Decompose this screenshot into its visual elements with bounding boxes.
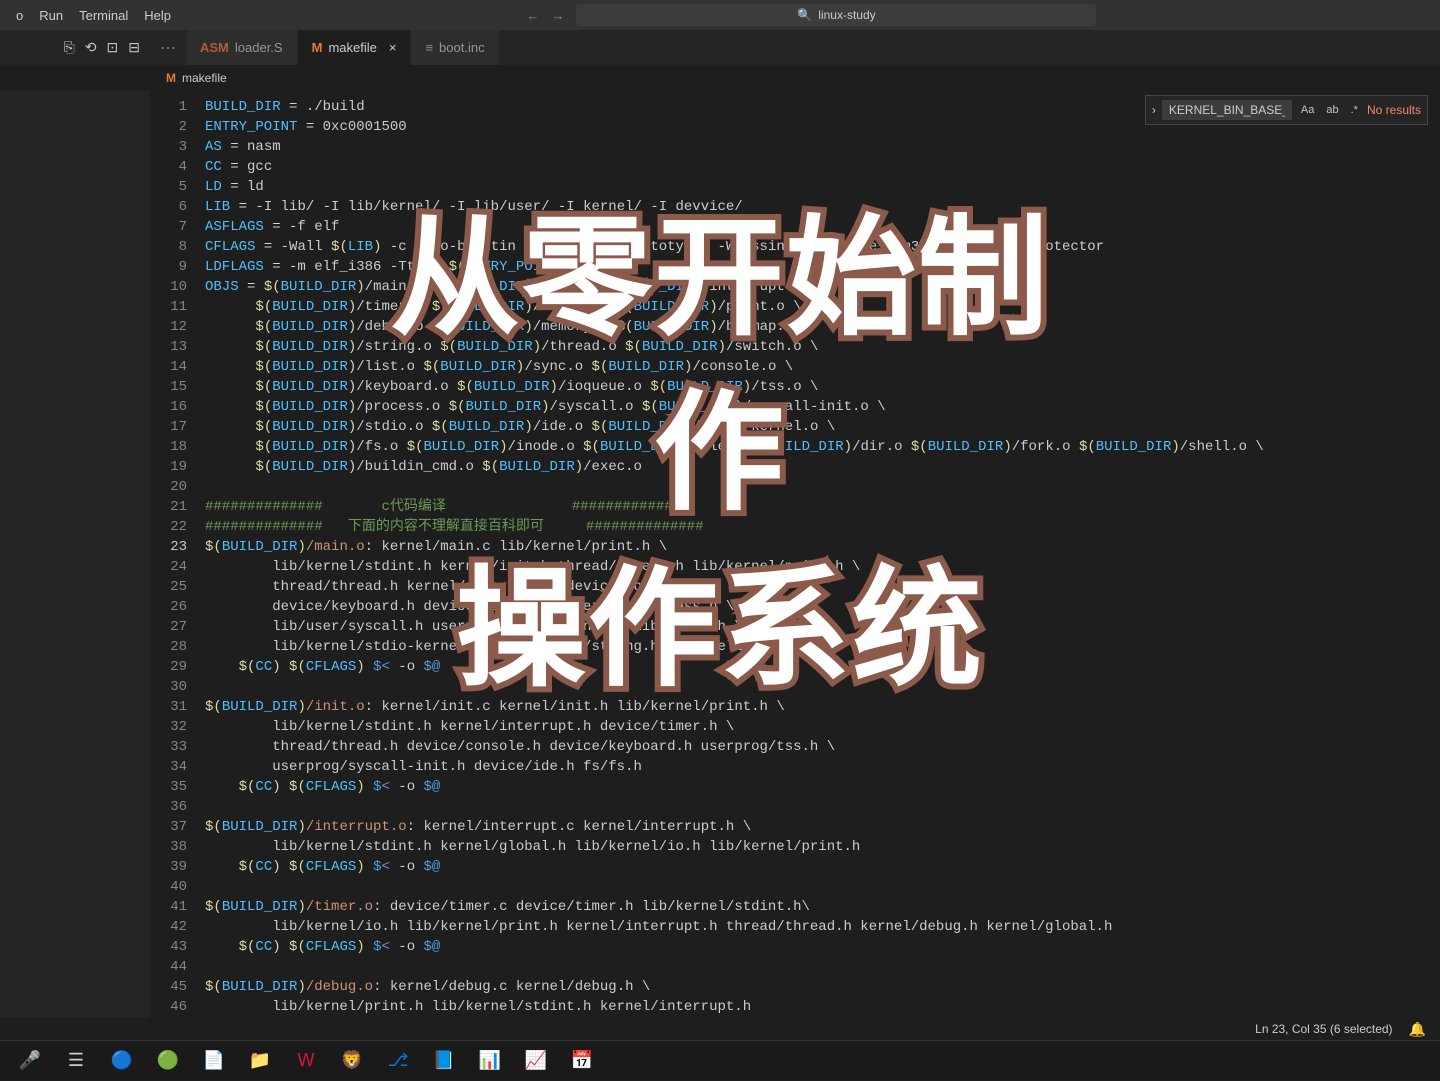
tab-bar: ⎘ ⟲ ⊡ ⊟ ⋯ ASM loader.S M makefile × ≡ bo… <box>0 30 1440 65</box>
breadcrumb-label: makefile <box>182 71 227 85</box>
taskbar-chrome-icon[interactable]: 🟢 <box>146 1041 190 1081</box>
find-results: No results <box>1367 103 1421 117</box>
taskbar-app-icon[interactable]: 🔵 <box>100 1041 144 1081</box>
explorer-more-icon[interactable]: ⊟ <box>128 39 140 56</box>
tab-bootinc[interactable]: ≡ boot.inc <box>411 30 499 65</box>
find-case-icon[interactable]: Aa <box>1298 102 1317 118</box>
menu-terminal[interactable]: Terminal <box>71 8 136 23</box>
taskbar-vscode-icon[interactable]: ⎇ <box>376 1041 420 1081</box>
breadcrumb[interactable]: M makefile <box>0 65 1440 91</box>
find-widget: › Aa ab .* No results <box>1145 95 1428 125</box>
find-regex-icon[interactable]: .* <box>1348 102 1361 118</box>
explorer-collapse-icon[interactable]: ⊡ <box>107 39 119 56</box>
search-icon: 🔍 <box>797 8 812 22</box>
taskbar-explorer-icon[interactable]: 📁 <box>238 1041 282 1081</box>
inc-file-icon: ≡ <box>425 40 433 55</box>
asm-file-icon: ASM <box>200 40 229 55</box>
status-bar: Ln 23, Col 35 (6 selected) 🔔 <box>1241 1018 1440 1040</box>
taskbar-app4-icon[interactable]: 📊 <box>468 1041 512 1081</box>
taskbar-app5-icon[interactable]: 📈 <box>514 1041 558 1081</box>
tab-label: makefile <box>328 40 376 55</box>
cursor-position[interactable]: Ln 23, Col 35 (6 selected) <box>1255 1022 1392 1036</box>
editor[interactable]: › Aa ab .* No results 123456789101112131… <box>150 91 1440 1018</box>
explorer-sidebar <box>0 91 150 1018</box>
taskbar-app2-icon[interactable]: 🦁 <box>330 1041 374 1081</box>
tab-label: boot.inc <box>439 40 485 55</box>
tab-loader[interactable]: ASM loader.S <box>186 30 298 65</box>
taskbar-app3-icon[interactable]: 📘 <box>422 1041 466 1081</box>
tab-overflow-icon[interactable]: ⋯ <box>150 38 186 58</box>
makefile-icon: M <box>166 71 176 85</box>
menubar: o Run Terminal Help ← → 🔍 linux-study <box>0 0 1440 30</box>
menu-help[interactable]: Help <box>136 8 179 23</box>
line-gutter: 1234567891011121314151617181920212223242… <box>150 97 205 1018</box>
find-wholeword-icon[interactable]: ab <box>1323 102 1341 118</box>
taskbar-mic-icon[interactable]: 🎤 <box>8 1041 52 1081</box>
code-content[interactable]: BUILD_DIR = ./buildENTRY_POINT = 0xc0001… <box>205 97 1440 1018</box>
explorer-new-file-icon[interactable]: ⎘ <box>64 39 75 56</box>
taskbar-file-icon[interactable]: 📄 <box>192 1041 236 1081</box>
command-center[interactable]: 🔍 linux-study <box>576 4 1096 26</box>
taskbar-app6-icon[interactable]: 📅 <box>560 1041 604 1081</box>
explorer-refresh-icon[interactable]: ⟲ <box>85 39 97 56</box>
find-input[interactable] <box>1162 100 1292 120</box>
menu-o[interactable]: o <box>8 8 31 23</box>
notifications-icon[interactable]: 🔔 <box>1409 1021 1426 1038</box>
nav-back-icon[interactable]: ← <box>526 8 539 23</box>
close-tab-icon[interactable]: × <box>389 40 397 55</box>
tab-makefile[interactable]: M makefile × <box>298 30 412 65</box>
menu-run[interactable]: Run <box>31 8 71 23</box>
search-text: linux-study <box>818 8 875 22</box>
taskbar-taskview-icon[interactable]: ☰ <box>54 1041 98 1081</box>
windows-taskbar: 🎤 ☰ 🔵 🟢 📄 📁 W 🦁 ⎇ 📘 📊 📈 📅 <box>0 1040 1440 1080</box>
find-expand-icon[interactable]: › <box>1152 103 1156 117</box>
tab-label: loader.S <box>235 40 283 55</box>
makefile-icon: M <box>312 40 323 55</box>
taskbar-wps-icon[interactable]: W <box>284 1041 328 1081</box>
nav-forward-icon[interactable]: → <box>551 8 564 23</box>
